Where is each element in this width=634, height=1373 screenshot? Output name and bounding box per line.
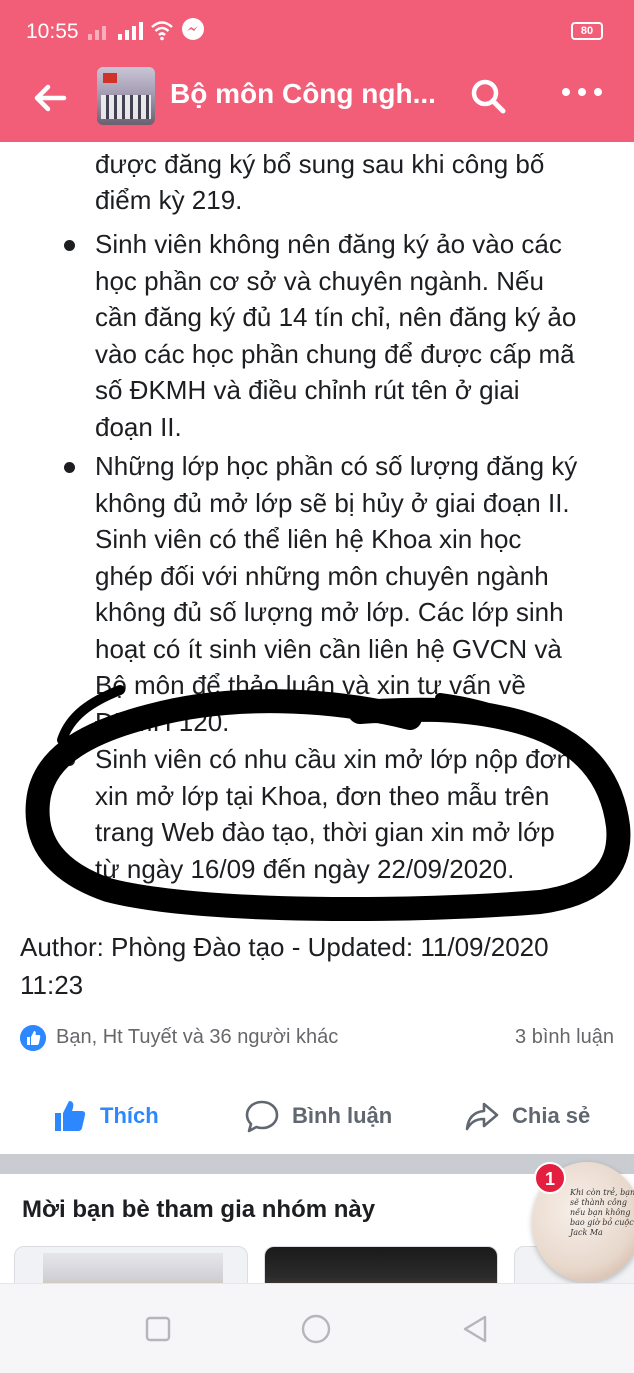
post-text-line: được đăng ký bổ sung sau khi công bố — [95, 149, 545, 179]
reaction-summary[interactable]: Bạn, Ht Tuyết và 36 người khác — [56, 1026, 338, 1049]
reactions-bar[interactable]: Bạn, Ht Tuyết và 36 người khác 3 bình lu… — [20, 1022, 614, 1054]
author-line: Author: Phòng Đào tạo - Updated: 11/09/2… — [20, 932, 549, 962]
status-bar: 10:55 80 — [0, 0, 634, 62]
bullet-dot — [64, 755, 75, 766]
share-arrow-icon — [465, 1102, 499, 1131]
bullet-text: Sinh viên không nên đăng ký ảo vào các h… — [95, 229, 577, 442]
thumbs-up-icon — [55, 1101, 86, 1131]
app-header: 10:55 80 Bộ môn Công ngh... — [0, 0, 634, 142]
back-triangle-icon[interactable] — [458, 1312, 492, 1346]
group-nav-bar: Bộ môn Công ngh... — [0, 62, 634, 142]
bullet-text: Những lớp học phần có số lượng đăng ký k… — [95, 451, 578, 737]
wifi-icon — [151, 21, 173, 41]
post-text-line: điểm kỳ 219. — [95, 185, 243, 215]
more-horizontal-icon[interactable] — [562, 88, 606, 100]
messenger-icon — [182, 18, 204, 40]
invite-title: Mời bạn bè tham gia nhóm này — [22, 1196, 376, 1223]
battery-icon: 80 — [571, 22, 603, 40]
arrow-left-icon[interactable] — [30, 80, 70, 116]
like-button[interactable]: Thích — [52, 1096, 159, 1136]
author-time: 11:23 — [20, 970, 84, 1000]
group-avatar[interactable] — [97, 67, 155, 125]
recent-apps-icon[interactable] — [141, 1312, 175, 1346]
share-button[interactable]: Chia sẻ — [464, 1096, 590, 1136]
post-author-meta: Author: Phòng Đào tạo - Updated: 11/09/2… — [20, 928, 620, 1004]
comment-button[interactable]: Bình luận — [244, 1096, 392, 1136]
like-reaction-icon — [20, 1025, 46, 1051]
group-photo — [101, 95, 151, 119]
status-time: 10:55 — [26, 20, 79, 43]
bullet-dot — [64, 462, 75, 473]
group-title[interactable]: Bộ môn Công ngh... — [170, 78, 436, 110]
search-icon[interactable] — [468, 76, 508, 116]
bullet-text: Sinh viên có nhu cầu xin mở lớp nộp đơn … — [95, 744, 572, 884]
comment-label: Bình luận — [292, 1103, 393, 1128]
comment-count[interactable]: 3 bình luận — [515, 1026, 614, 1049]
like-label: Thích — [100, 1103, 159, 1128]
post-actions: Thích Bình luận Chia sẻ — [0, 1086, 634, 1146]
signal-icon — [88, 20, 143, 40]
chat-head-image-text: Khi còn trẻ, bạn sẽ thành công nếu bạn k… — [570, 1188, 634, 1237]
flag-image — [103, 73, 117, 83]
comment-bubble-icon — [245, 1100, 279, 1133]
bullet-dot — [64, 240, 75, 251]
share-label: Chia sẻ — [512, 1103, 591, 1128]
system-navigation-bar — [0, 1283, 634, 1373]
notification-badge: 1 — [534, 1162, 566, 1194]
home-icon[interactable] — [299, 1312, 333, 1346]
post-body: được đăng ký bổ sung sau khi công bố điể… — [0, 142, 634, 922]
